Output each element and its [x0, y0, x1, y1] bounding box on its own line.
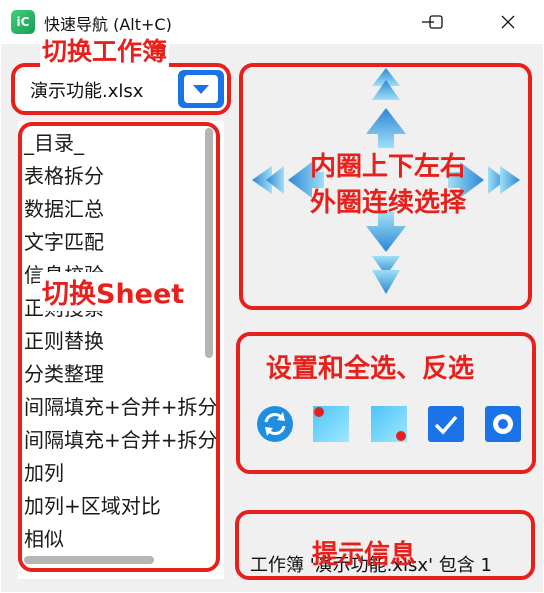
- close-button[interactable]: [492, 8, 524, 36]
- app-icon: iC: [11, 10, 35, 34]
- navigation-annotation-label-1: 内圈上下左右: [310, 152, 467, 182]
- maximize-icon: [429, 15, 443, 29]
- navigation-annotation-label-2: 外圈连续选择: [310, 188, 467, 218]
- maximize-button[interactable]: [420, 8, 452, 36]
- workbook-annotation-label: 切换工作簿: [40, 32, 170, 68]
- workbook-annotation-box: [11, 63, 231, 115]
- sheet-annotation-label: 切换Sheet: [40, 272, 187, 311]
- options-annotation-label: 设置和全选、反选: [266, 354, 475, 384]
- sheet-annotation-box: [18, 122, 220, 572]
- info-annotation-label: 提示信息: [312, 540, 417, 570]
- close-icon: [501, 15, 515, 29]
